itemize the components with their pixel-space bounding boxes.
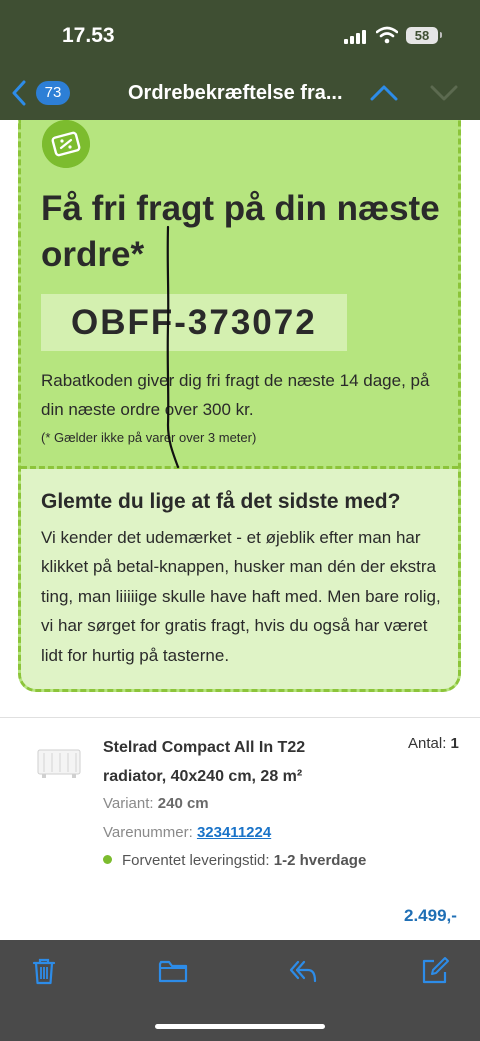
delivery-value: 1-2 hverdage xyxy=(273,852,367,869)
unread-count-badge[interactable]: 73 xyxy=(36,81,70,105)
trash-icon[interactable] xyxy=(29,956,59,986)
availability-dot-icon xyxy=(103,855,112,864)
status-time: 17.53 xyxy=(62,24,115,47)
cellular-signal-icon xyxy=(344,30,368,44)
variant-row: Variant: 240 cm xyxy=(103,795,209,812)
previous-message-chevron-icon[interactable] xyxy=(370,84,398,102)
next-message-chevron-icon[interactable] xyxy=(430,84,458,102)
sku-label: Varenummer: xyxy=(103,824,193,841)
sku-link[interactable]: 323411224 xyxy=(197,824,271,841)
discount-code-box[interactable]: OBFF-373072 xyxy=(41,294,347,351)
sku-row: Varenummer: 323411224 xyxy=(103,824,271,841)
quantity: Antal: 1 xyxy=(408,735,459,752)
reminder-heading: Glemte du lige at få det sidste med? xyxy=(41,490,401,513)
variant-value: 240 cm xyxy=(157,795,209,812)
mail-message-screen: 17.53 58 73 Ordrebekræftelse fra... Få f… xyxy=(0,0,480,1041)
top-bar: 17.53 58 73 Ordrebekræftelse fra... xyxy=(0,0,480,120)
ticket-icon xyxy=(42,120,90,168)
folder-icon[interactable] xyxy=(158,956,188,986)
coupon-footnote: (* Gælder ikke på varer over 3 meter) xyxy=(41,430,257,445)
reminder-text: Vi kender det udemærket - et øjeblik eft… xyxy=(41,528,441,665)
message-title: Ordrebekræftelse fra... xyxy=(128,82,343,104)
delivery-row: Forventet leveringstid: 1-2 hverdage xyxy=(103,852,366,869)
product-price: 2.499,- xyxy=(404,906,457,925)
order-line-item: Stelrad Compact All In T22 radiator, 40x… xyxy=(0,717,480,942)
compose-icon[interactable] xyxy=(420,956,450,986)
battery-indicator: 58 xyxy=(406,27,442,44)
coupon-info-text: Rabatkoden giver dig fri fragt de næste … xyxy=(41,371,430,419)
quantity-value: 1 xyxy=(450,735,459,752)
product-name[interactable]: Stelrad Compact All In T22 radiator, 40x… xyxy=(103,733,363,791)
coupon-headline: Få fri fragt på din næste ordre* xyxy=(41,189,440,274)
variant-label: Variant: xyxy=(103,795,154,812)
coupon-card: Få fri fragt på din næste ordre* OBFF-37… xyxy=(18,120,461,692)
delivery-label: Forventet leveringstid: xyxy=(122,852,270,869)
quantity-label: Antal: xyxy=(408,735,447,752)
dashed-divider xyxy=(21,466,458,469)
reply-icon[interactable] xyxy=(288,956,318,986)
radiator-product-image xyxy=(37,749,81,778)
back-chevron-icon[interactable] xyxy=(10,80,28,106)
mail-toolbar xyxy=(0,940,480,1041)
home-indicator[interactable] xyxy=(155,1024,325,1029)
discount-code: OBFF-373072 xyxy=(71,303,317,342)
wifi-icon xyxy=(376,26,398,44)
